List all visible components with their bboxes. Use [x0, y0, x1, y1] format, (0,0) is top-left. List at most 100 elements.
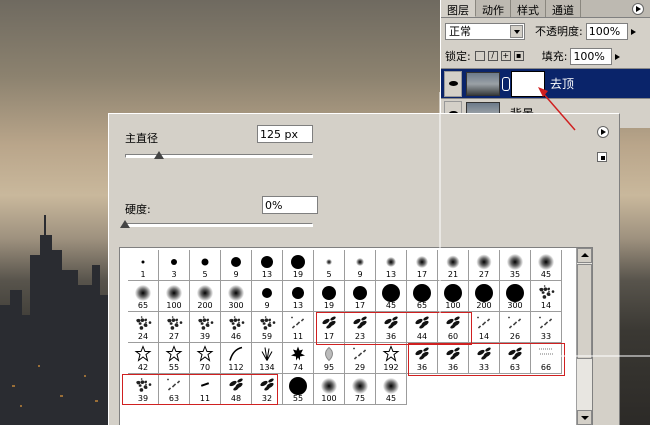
brush-preset[interactable]: 9	[345, 250, 376, 281]
brush-preset[interactable]: 36	[438, 343, 469, 374]
brush-preset[interactable]: 35	[500, 250, 531, 281]
brush-preset[interactable]: 36	[407, 343, 438, 374]
fill-input[interactable]: 100%	[570, 47, 613, 65]
brush-preset[interactable]: 45	[376, 281, 407, 312]
brush-preset[interactable]: 100	[314, 374, 345, 405]
layer-mask-thumbnail[interactable]	[511, 70, 545, 97]
lock-transparency-icon[interactable]	[474, 51, 485, 61]
brush-preset[interactable]: 42	[128, 343, 159, 374]
brush-preset[interactable]: 192	[376, 343, 407, 374]
brush-preset[interactable]: 3	[159, 250, 190, 281]
popup-menu-icon[interactable]	[597, 126, 609, 138]
opacity-input[interactable]: 100%	[585, 22, 628, 40]
brush-preset[interactable]: 39	[190, 312, 221, 343]
brush-preset[interactable]: 32	[252, 374, 283, 405]
brush-preset[interactable]: 17	[345, 281, 376, 312]
brush-preset[interactable]: 14	[469, 312, 500, 343]
brush-preset[interactable]: 13	[283, 281, 314, 312]
panel-menu-icon[interactable]	[632, 3, 644, 15]
brush-preset[interactable]: 5	[190, 250, 221, 281]
brush-preset[interactable]: 200	[469, 281, 500, 312]
brush-preset[interactable]: 21	[438, 250, 469, 281]
lock-paint-icon[interactable]: /	[487, 51, 498, 61]
brush-preset[interactable]: 17	[407, 250, 438, 281]
layer-name[interactable]: 去顶	[550, 75, 574, 92]
brush-preset[interactable]: 13	[376, 250, 407, 281]
brush-preset[interactable]: 11	[283, 312, 314, 343]
brush-preset[interactable]: 9	[221, 250, 252, 281]
brush-preset[interactable]: 70	[190, 343, 221, 374]
eye-icon[interactable]	[444, 70, 462, 97]
brush-preset[interactable]: 39	[128, 374, 159, 405]
brush-preset[interactable]: 48	[221, 374, 252, 405]
brush-preset[interactable]: 19	[283, 250, 314, 281]
brush-preset[interactable]: 1	[128, 250, 159, 281]
brush-preset[interactable]: 44	[407, 312, 438, 343]
brush-preset[interactable]: 27	[159, 312, 190, 343]
brush-preset[interactable]: 24	[128, 312, 159, 343]
brush-preset[interactable]: 9	[252, 281, 283, 312]
brush-preset[interactable]: 65	[128, 281, 159, 312]
chevron-down-icon[interactable]	[510, 24, 523, 38]
tab-actions[interactable]: 动作	[476, 0, 511, 17]
blend-mode-select[interactable]: 正常	[445, 22, 525, 40]
hardness-input[interactable]: 0%	[262, 196, 318, 214]
brush-preset[interactable]: 75	[345, 374, 376, 405]
brush-preset[interactable]: 46	[221, 312, 252, 343]
brush-preset[interactable]: 26	[500, 312, 531, 343]
brush-preset[interactable]: 200	[190, 281, 221, 312]
popup-resize-icon[interactable]	[597, 152, 607, 162]
brush-preset[interactable]: 55	[159, 343, 190, 374]
brush-preset[interactable]: 65	[407, 281, 438, 312]
tab-styles[interactable]: 样式	[511, 0, 546, 17]
scroll-up-icon[interactable]	[577, 248, 592, 263]
brush-preset[interactable]: 74	[283, 343, 314, 374]
brush-preset[interactable]: 23	[345, 312, 376, 343]
brush-preset[interactable]: 55	[283, 374, 314, 405]
brush-preset[interactable]: 19	[314, 281, 345, 312]
scroll-down-icon[interactable]	[577, 410, 592, 425]
tab-channels[interactable]: 通道	[546, 0, 581, 17]
lock-icon[interactable]: ▪	[513, 51, 524, 61]
brush-grid-scrollbar[interactable]	[576, 248, 592, 425]
opacity-slider-arrow-icon[interactable]	[630, 24, 640, 39]
chain-icon[interactable]	[502, 76, 510, 91]
brush-preset[interactable]: 14	[531, 281, 562, 312]
brush-preset[interactable]: 29	[345, 343, 376, 374]
lock-move-icon[interactable]: +	[500, 51, 511, 61]
brush-preset[interactable]: 17	[314, 312, 345, 343]
hard-brush-icon	[262, 288, 272, 298]
brush-preset[interactable]: 59	[252, 312, 283, 343]
star-brush-icon	[382, 345, 400, 365]
brush-preset[interactable]: 134	[252, 343, 283, 374]
brush-preset[interactable]: 63	[500, 343, 531, 374]
brush-preset[interactable]: 45	[531, 250, 562, 281]
brush-preset[interactable]: 100	[438, 281, 469, 312]
fill-slider-arrow-icon[interactable]	[614, 49, 624, 64]
layer-thumbnail[interactable]	[466, 71, 500, 96]
brush-preset[interactable]: 60	[438, 312, 469, 343]
brush-preset[interactable]: 66	[531, 343, 562, 374]
brush-preset[interactable]: 33	[531, 312, 562, 343]
layer-row-selected[interactable]: 去顶	[441, 68, 650, 98]
brush-preset[interactable]: 36	[376, 312, 407, 343]
brush-preset[interactable]: 95	[314, 343, 345, 374]
brush-preset[interactable]: 300	[500, 281, 531, 312]
brush-preset[interactable]: 27	[469, 250, 500, 281]
scroll-thumb[interactable]	[577, 264, 592, 359]
brush-preset[interactable]: 300	[221, 281, 252, 312]
brush-preset[interactable]: 112	[221, 343, 252, 374]
hardness-slider-thumb[interactable]	[120, 220, 130, 228]
brush-size-label: 35	[509, 270, 521, 279]
hardness-slider[interactable]	[125, 223, 313, 227]
brush-preset[interactable]: 13	[252, 250, 283, 281]
brush-preset[interactable]: 100	[159, 281, 190, 312]
brush-preset[interactable]: 5	[314, 250, 345, 281]
tab-layers[interactable]: 图层	[441, 0, 476, 17]
brush-preset[interactable]: 45	[376, 374, 407, 405]
brush-preset[interactable]: 63	[159, 374, 190, 405]
master-diameter-input[interactable]: 125 px	[257, 125, 313, 143]
brush-preset[interactable]: 33	[469, 343, 500, 374]
brush-preset[interactable]: 11	[190, 374, 221, 405]
master-diameter-slider-thumb[interactable]	[153, 151, 164, 159]
